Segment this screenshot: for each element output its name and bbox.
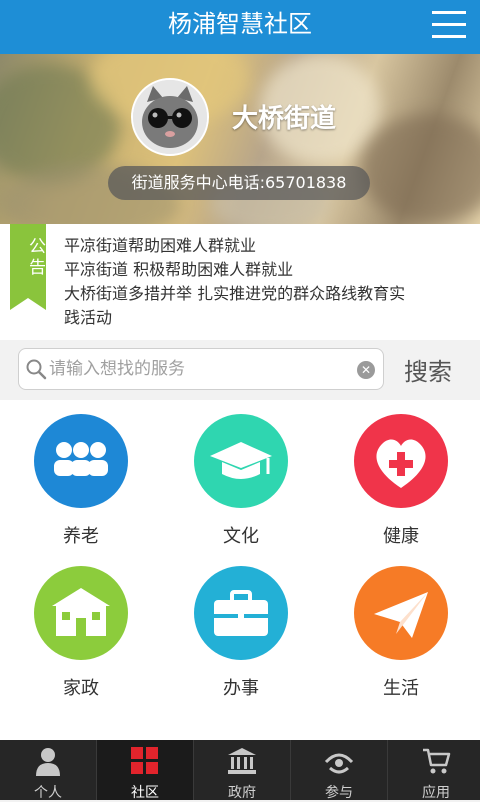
search-bar: ✕ 搜索 [0, 340, 480, 400]
paper-plane-icon [354, 566, 448, 660]
service-life[interactable]: 生活 [330, 552, 470, 702]
service-label: 家政 [63, 678, 99, 699]
service-health[interactable]: 健康 [330, 400, 470, 550]
person-icon [36, 748, 60, 776]
service-phone[interactable]: 街道服务中心电话:65701838 [108, 166, 370, 200]
notice-list: 平凉街道帮助困难人群就业 平凉街道 积极帮助困难人群就业 大桥街道多措并举 扎实… [64, 234, 468, 330]
app-title: 杨浦智慧社区 [168, 10, 312, 38]
service-grid: 养老 文化 健康 家政 办事 生活 [0, 400, 480, 740]
street-name: 大桥街道 [232, 104, 337, 134]
tab-apps[interactable]: 应用 [388, 740, 480, 801]
government-building-icon [228, 748, 256, 774]
notice-item[interactable]: 大桥街道多措并举 扎实推进党的群众路线教育实 [64, 282, 468, 306]
tab-personal[interactable]: 个人 [0, 740, 96, 801]
service-housekeeping[interactable]: 家政 [10, 552, 150, 702]
service-culture[interactable]: 文化 [170, 400, 310, 550]
tab-label: 社区 [131, 785, 159, 801]
notice-board: 公告 平凉街道帮助困难人群就业 平凉街道 积极帮助困难人群就业 大桥街道多措并举… [0, 224, 480, 340]
service-label: 生活 [383, 678, 419, 699]
service-label: 文化 [223, 526, 259, 547]
search-button[interactable]: 搜索 [404, 352, 452, 387]
search-box[interactable]: ✕ [18, 348, 384, 390]
tab-participate[interactable]: 参与 [291, 740, 387, 801]
tab-label: 参与 [325, 785, 353, 801]
grid-icon [131, 747, 158, 774]
tab-community[interactable]: 社区 [97, 740, 193, 801]
graduation-cap-icon [194, 414, 288, 508]
menu-icon[interactable] [432, 11, 466, 39]
notice-tag: 公告 [25, 237, 45, 279]
service-label: 办事 [223, 678, 259, 699]
service-affairs[interactable]: 办事 [170, 552, 310, 702]
tab-label: 个人 [34, 785, 62, 801]
search-icon [26, 359, 47, 380]
search-input[interactable] [49, 355, 349, 383]
tab-label: 应用 [422, 785, 450, 801]
heart-plus-icon [354, 414, 448, 508]
house-icon [34, 566, 128, 660]
participate-icon [324, 753, 354, 774]
notice-item[interactable]: 平凉街道帮助困难人群就业 [64, 234, 468, 258]
people-icon [34, 414, 128, 508]
service-label: 养老 [63, 526, 99, 547]
service-elderly[interactable]: 养老 [10, 400, 150, 550]
service-label: 健康 [383, 526, 419, 547]
tab-government[interactable]: 政府 [194, 740, 290, 801]
tab-label: 政府 [228, 785, 256, 801]
briefcase-icon [194, 566, 288, 660]
notice-item[interactable]: 践活动 [64, 306, 468, 330]
cart-icon [423, 748, 451, 774]
app-header: 杨浦智慧社区 [0, 0, 480, 54]
bottom-nav: 个人 社区 政府 参与 应用 [0, 740, 480, 801]
clear-icon[interactable]: ✕ [357, 361, 375, 379]
notice-item[interactable]: 平凉街道 积极帮助困难人群就业 [64, 258, 468, 282]
avatar[interactable] [131, 78, 209, 156]
